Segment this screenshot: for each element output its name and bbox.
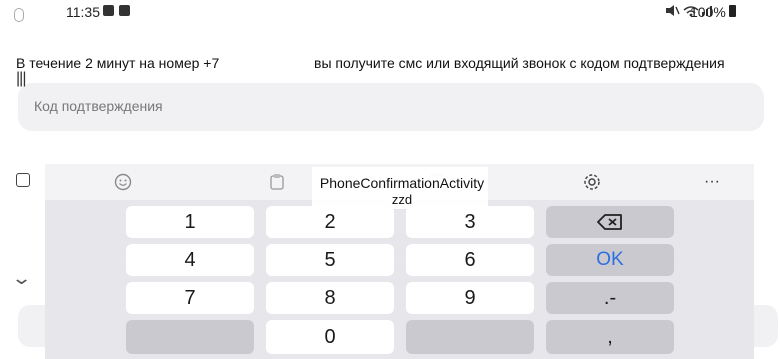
comma-key[interactable]: , xyxy=(546,320,674,354)
key-4[interactable]: 4 xyxy=(126,244,254,276)
status-time: 11:35 xyxy=(66,4,100,20)
key-2[interactable]: 2 xyxy=(266,206,394,238)
key-0[interactable]: 0 xyxy=(266,320,394,354)
key-1[interactable]: 1 xyxy=(126,206,254,238)
gallery-notification-icon xyxy=(103,5,114,16)
clipboard-icon[interactable] xyxy=(268,172,288,192)
chevron-down-icon[interactable]: ⌄ xyxy=(11,268,32,289)
key-8[interactable]: 8 xyxy=(266,282,394,314)
key-5[interactable]: 5 xyxy=(266,244,394,276)
key-7[interactable]: 7 xyxy=(126,282,254,314)
checkbox[interactable] xyxy=(16,173,30,187)
activity-sub: zzd xyxy=(391,192,413,207)
emoji-icon[interactable] xyxy=(113,172,133,192)
ok-key[interactable]: OK xyxy=(546,244,674,276)
info-text-right: вы получите смс или входящий звонок с ко… xyxy=(314,55,725,71)
more-icon[interactable]: ··· xyxy=(702,172,722,192)
settings-icon[interactable] xyxy=(582,172,602,192)
code-input-placeholder: Код подтверждения xyxy=(34,98,163,114)
battery-icon xyxy=(729,5,736,17)
dot-dash-key[interactable]: .- xyxy=(546,282,674,314)
text-cursor-icon: ||| xyxy=(16,70,27,87)
empty-key-right xyxy=(406,320,534,354)
key-9[interactable]: 9 xyxy=(406,282,534,314)
empty-key-left xyxy=(126,320,254,354)
check-notification-icon xyxy=(119,5,130,16)
activity-name: PhoneConfirmationActivity xyxy=(319,175,485,191)
backspace-key[interactable] xyxy=(546,206,674,238)
key-3[interactable]: 3 xyxy=(406,206,534,238)
microphone-icon[interactable] xyxy=(14,8,24,22)
backspace-icon xyxy=(597,214,622,230)
key-6[interactable]: 6 xyxy=(406,244,534,276)
info-text-left: В течение 2 минут на номер +7 xyxy=(16,55,220,71)
battery-percent: 100% xyxy=(690,4,726,20)
